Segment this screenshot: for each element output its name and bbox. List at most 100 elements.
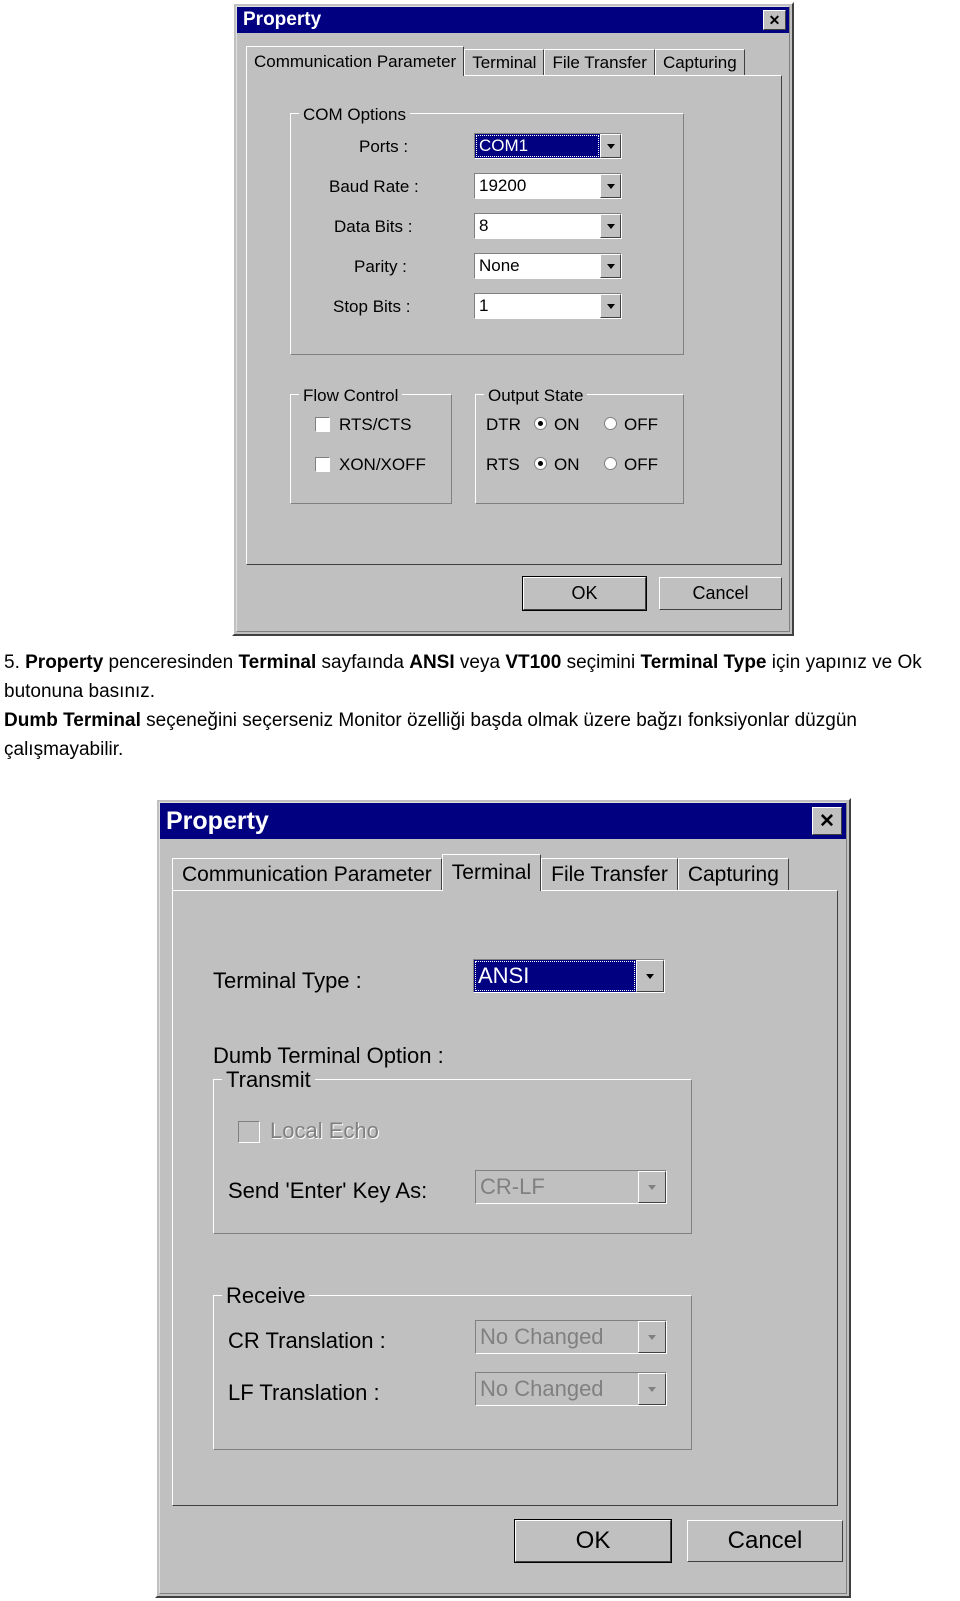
dtr-on-label: ON	[554, 415, 580, 434]
parity-dropdown-arrow-icon[interactable]	[600, 254, 621, 278]
instruction-text: penceresinden	[103, 652, 239, 673]
cr-translation-label: CR Translation :	[228, 1328, 386, 1353]
dialog1-ok-button[interactable]: OK	[523, 577, 646, 610]
transmit-group-title: Transmit	[222, 1067, 315, 1093]
baud-rate-combobox[interactable]: 19200	[474, 173, 622, 199]
dialog1-tabstrip: Communication Parameter Terminal File Tr…	[246, 46, 745, 76]
dialog1-cancel-button[interactable]: Cancel	[659, 577, 782, 610]
dialog2-ok-button[interactable]: OK	[515, 1520, 671, 1562]
com-options-group-title: COM Options	[299, 105, 410, 125]
dialog1-tab-capturing[interactable]: Capturing	[654, 49, 745, 76]
term-vt100: VT100	[505, 652, 562, 673]
dialog2-tab-file-transfer[interactable]: File Transfer	[541, 858, 678, 891]
term-property: Property	[25, 652, 104, 673]
dtr-on-radio[interactable]	[534, 417, 547, 430]
dialog1-close-icon[interactable]: ✕	[763, 10, 786, 30]
rts-cts-label: RTS/CTS	[339, 415, 412, 434]
rts-off-label: OFF	[624, 455, 658, 474]
dialog2-tabstrip: Communication Parameter Terminal File Tr…	[172, 854, 789, 891]
cr-translation-combobox[interactable]: No Changed	[475, 1320, 667, 1354]
parity-combobox[interactable]: None	[474, 253, 622, 279]
lf-translation-label: LF Translation :	[228, 1380, 380, 1405]
dialog1-tab-terminal[interactable]: Terminal	[464, 49, 545, 76]
dialog1-tab-label: Capturing	[662, 53, 737, 72]
baud-rate-label: Baud Rate :	[329, 177, 419, 196]
dtr-on-radio-dot	[538, 421, 543, 426]
dialog2-tab-label: Terminal	[451, 861, 532, 884]
dialog1-tab-label: Terminal	[472, 53, 537, 72]
send-enter-key-dropdown-arrow-icon[interactable]	[638, 1171, 666, 1203]
send-enter-key-combobox[interactable]: CR-LF	[475, 1170, 667, 1204]
dialog1-tabpage: COM Options Ports : COM1 Baud Rate : 192…	[246, 75, 782, 565]
dtr-label: DTR	[486, 415, 521, 434]
data-bits-dropdown-arrow-icon[interactable]	[600, 214, 621, 238]
data-bits-value: 8	[475, 214, 600, 238]
transmit-bevel	[213, 1079, 692, 1234]
rts-on-label: ON	[554, 455, 580, 474]
dialog2-tab-label: Capturing	[687, 863, 779, 886]
dialog1-tab-label: File Transfer	[552, 53, 647, 72]
flow-control-group-title: Flow Control	[299, 386, 403, 406]
rts-on-radio-dot	[538, 461, 543, 466]
local-echo-label: Local Echo	[270, 1118, 379, 1143]
dialog2-tab-label: Communication Parameter	[182, 863, 432, 886]
send-enter-key-value: CR-LF	[476, 1171, 638, 1203]
dumb-terminal-option-label: Dumb Terminal Option :	[213, 1043, 444, 1068]
output-state-bevel	[475, 394, 684, 504]
dtr-off-label: OFF	[624, 415, 658, 434]
dialog1-ok-label: OK	[571, 583, 598, 603]
local-echo-checkbox[interactable]	[238, 1121, 260, 1143]
data-bits-label: Data Bits :	[334, 217, 413, 236]
xon-xoff-checkbox[interactable]	[315, 457, 330, 472]
lf-translation-dropdown-arrow-icon[interactable]	[638, 1373, 666, 1405]
terminal-type-combobox[interactable]: ANSI	[473, 959, 665, 993]
terminal-type-label: Terminal Type :	[213, 968, 362, 993]
rts-cts-checkbox[interactable]	[315, 417, 330, 432]
dialog2-tab-communication-parameter[interactable]: Communication Parameter	[172, 858, 442, 891]
terminal-type-dropdown-arrow-icon[interactable]	[636, 960, 664, 992]
cr-translation-value: No Changed	[476, 1321, 638, 1353]
cr-translation-dropdown-arrow-icon[interactable]	[638, 1321, 666, 1353]
baud-rate-dropdown-arrow-icon[interactable]	[600, 174, 621, 198]
lf-translation-combobox[interactable]: No Changed	[475, 1372, 667, 1406]
step-number: 5.	[4, 652, 26, 673]
xon-xoff-label: XON/XOFF	[339, 455, 426, 474]
stop-bits-dropdown-arrow-icon[interactable]	[600, 294, 621, 318]
dialog1-tab-communication-parameter[interactable]: Communication Parameter	[246, 46, 465, 76]
dialog2-close-icon[interactable]: ✕	[812, 807, 842, 835]
receive-group: Receive CR Translation : No Changed LF T…	[213, 1283, 692, 1450]
term-dumb-terminal: Dumb Terminal	[4, 710, 141, 731]
flow-control-group: Flow Control RTS/CTS XON/XOFF	[290, 386, 452, 504]
output-state-group-title: Output State	[484, 386, 588, 406]
dialog2-tab-terminal[interactable]: Terminal	[441, 854, 542, 891]
dialog2-tab-label: File Transfer	[551, 863, 668, 886]
dialog2-cancel-button[interactable]: Cancel	[687, 1520, 843, 1562]
term-terminal-type: Terminal Type	[640, 652, 767, 673]
rts-label: RTS	[486, 455, 520, 474]
dialog1-cancel-label: Cancel	[692, 583, 749, 603]
rts-off-radio[interactable]	[604, 457, 617, 470]
rts-on-radio[interactable]	[534, 457, 547, 470]
data-bits-combobox[interactable]: 8	[474, 213, 622, 239]
ports-combobox[interactable]: COM1	[474, 133, 622, 159]
instruction-paragraph: 5. Property penceresinden Terminal sayfa…	[4, 648, 952, 764]
instruction-line-1: 5. Property penceresinden Terminal sayfa…	[4, 648, 952, 706]
ports-dropdown-arrow-icon[interactable]	[600, 134, 621, 158]
stop-bits-label: Stop Bits :	[333, 297, 411, 316]
send-enter-key-label: Send 'Enter' Key As:	[228, 1178, 428, 1203]
terminal-type-value: ANSI	[474, 960, 636, 992]
baud-rate-value: 19200	[475, 174, 600, 198]
com-options-group: COM Options Ports : COM1 Baud Rate : 192…	[290, 105, 684, 355]
dialog2-tabpage: Terminal Type : ANSI Dumb Terminal Optio…	[172, 890, 838, 1506]
lf-translation-value: No Changed	[476, 1373, 638, 1405]
dtr-off-radio[interactable]	[604, 417, 617, 430]
dialog2-cancel-label: Cancel	[727, 1527, 803, 1554]
stop-bits-value: 1	[475, 294, 600, 318]
flow-control-bevel	[290, 394, 452, 504]
dialog1-tab-file-transfer[interactable]: File Transfer	[544, 49, 655, 76]
dialog1-title: Property	[243, 9, 322, 30]
instruction-text: seçimini	[561, 652, 641, 673]
stop-bits-combobox[interactable]: 1	[474, 293, 622, 319]
dialog1-titlebar: Property	[237, 7, 789, 33]
dialog2-tab-capturing[interactable]: Capturing	[677, 858, 789, 891]
